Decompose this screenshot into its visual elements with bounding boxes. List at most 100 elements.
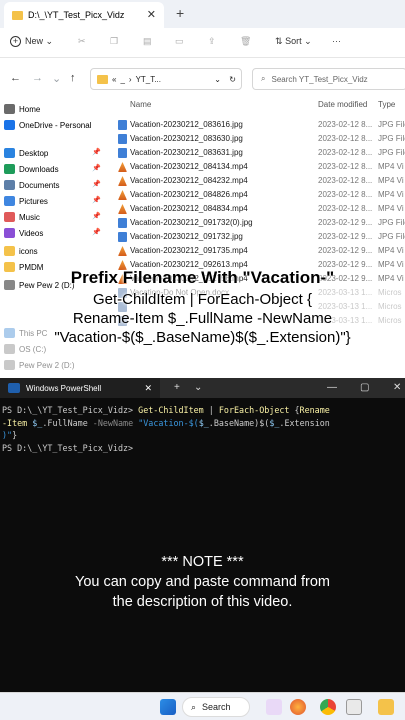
close-icon[interactable]: ✕ — [147, 8, 156, 21]
calendar-icon[interactable] — [346, 699, 362, 715]
sidebar-item-label: icons — [19, 246, 38, 256]
refresh-icon[interactable]: ↻ — [229, 75, 236, 84]
back-arrow-icon[interactable]: ← — [10, 72, 21, 84]
powershell-window: Windows PowerShell ✕ + ⌄ — ▢ ✕ PS D:\_\Y… — [0, 378, 405, 692]
chrome-icon[interactable] — [320, 699, 336, 715]
sidebar-item[interactable]: Documents — [4, 178, 59, 192]
home-icon — [4, 104, 15, 114]
forward-arrow-icon[interactable]: → — [32, 72, 43, 84]
sidebar-item[interactable]: Pew Pew 2 (D:) — [4, 358, 75, 372]
file-row[interactable]: Vacation-20230212_091732(0).jpg 2023-02-1… — [114, 216, 405, 230]
powershell-tab[interactable]: Windows PowerShell ✕ — [0, 378, 160, 398]
new-tab-icon[interactable]: + — [176, 5, 184, 21]
sidebar-item[interactable]: icons — [4, 244, 38, 258]
image-file-icon — [118, 218, 127, 228]
taskbar: ⌕ Search — [0, 692, 405, 720]
address-bar[interactable]: « _ › YT_T... ⌄ ↻ — [90, 68, 242, 90]
sidebar-item[interactable]: Videos — [4, 226, 43, 240]
taskbar-search[interactable]: ⌕ Search — [182, 697, 250, 717]
terminal-output[interactable]: PS D:\_\YT_Test_Picx_Vidz> Get-ChildItem… — [2, 404, 403, 454]
copy-icon[interactable]: ❐ — [110, 36, 118, 47]
pin-icon: 📌 — [92, 149, 101, 156]
sidebar-item-label: Documents — [19, 180, 60, 190]
chevron-down-icon[interactable]: ⌄ — [194, 382, 202, 393]
maximize-icon[interactable]: ▢ — [360, 382, 369, 393]
address-segment[interactable]: « — [112, 75, 116, 84]
sidebar-item[interactable]: OneDrive - Personal — [4, 118, 91, 132]
search-icon: ⌕ — [191, 701, 197, 712]
column-header-date[interactable]: Date modified — [318, 100, 367, 109]
image-file-icon — [118, 134, 127, 144]
file-date: 2023-02-12 8... — [318, 162, 373, 171]
file-name: Vacation-20230212_084232.mp4 — [130, 176, 248, 185]
paste-icon[interactable]: ▤ — [143, 36, 152, 47]
music-icon — [4, 212, 15, 222]
close-icon[interactable]: ✕ — [144, 383, 152, 394]
recent-chevron-icon[interactable]: ⌄ — [52, 72, 61, 85]
overlay-command-line-2: Rename-Item $_.FullName -NewName — [72, 310, 333, 327]
powershell-tab-title: Windows PowerShell — [26, 383, 102, 393]
share-icon[interactable]: ⇪ — [208, 36, 216, 47]
chevron-down-icon[interactable]: ⌄ — [214, 75, 221, 84]
file-row[interactable]: Vacation-20230212_091735.mp4 2023-02-12 9… — [114, 244, 405, 258]
file-date: 2023-02-12 8... — [318, 134, 373, 143]
cmd-param: -NewName — [92, 417, 134, 428]
sidebar-item-label: Music — [19, 212, 40, 222]
column-header-name[interactable]: Name — [130, 100, 151, 109]
up-arrow-icon[interactable]: ↑ — [70, 72, 76, 84]
videos-icon — [4, 228, 15, 238]
more-options-icon[interactable]: ··· — [332, 36, 341, 46]
file-row[interactable]: Vacation-20230212_084834.mp4 2023-02-12 8… — [114, 202, 405, 216]
pin-icon: 📌 — [92, 165, 101, 172]
search-placeholder: Search YT_Test_Picx_Vidz — [271, 74, 368, 84]
desktop-icon — [4, 148, 15, 158]
explorer-tab-title: D:\_\YT_Test_Picx_Vidz — [28, 10, 125, 20]
column-header-type[interactable]: Type — [378, 100, 395, 109]
sidebar-item-label: Videos — [19, 228, 44, 238]
rename-icon[interactable]: ▭ — [175, 36, 184, 47]
explorer-tab[interactable]: D:\_\YT_Test_Picx_Vidz ✕ — [4, 2, 164, 28]
taskbar-search-label: Search — [202, 702, 231, 712]
sidebar-item-label: OneDrive - Personal — [19, 120, 92, 130]
file-row[interactable]: Vacation-20230212_083631.jpg 2023-02-12 8… — [114, 146, 405, 160]
file-row[interactable]: Vacation-20230212_091732.jpg 2023-02-12 9… — [114, 230, 405, 244]
new-tab-icon[interactable]: + — [174, 382, 180, 393]
video-file-icon — [118, 176, 127, 186]
image-file-icon — [118, 232, 127, 242]
delete-icon[interactable]: 🗑 — [240, 36, 251, 47]
sidebar-item[interactable]: Home — [4, 102, 40, 116]
folder-icon — [4, 246, 15, 256]
cmd-var-b: $_ — [198, 417, 209, 428]
minimize-icon[interactable]: — — [327, 382, 337, 393]
sidebar-item[interactable]: Music — [4, 210, 40, 224]
close-window-icon[interactable]: ✕ — [393, 382, 401, 393]
file-explorer-taskbar-icon[interactable] — [378, 699, 394, 715]
sort-button[interactable]: ⇅ Sort ⌄ — [275, 36, 312, 47]
file-name: Vacation-20230212_083616.jpg — [130, 120, 243, 129]
file-row[interactable]: Vacation-20230212_083616.jpg 2023-02-12 8… — [114, 118, 405, 132]
file-type: MP4 Vi — [378, 190, 404, 199]
sidebar-item[interactable]: Pictures — [4, 194, 48, 208]
cmd-var-a: $_ — [32, 417, 43, 428]
firefox-icon[interactable] — [290, 699, 306, 715]
file-row[interactable]: Vacation-20230212_083630.jpg 2023-02-12 8… — [114, 132, 405, 146]
task-view-icon[interactable] — [266, 699, 282, 715]
file-row[interactable]: Vacation-20230212_084232.mp4 2023-02-12 8… — [114, 174, 405, 188]
documents-icon — [4, 180, 15, 190]
sidebar-item[interactable]: Desktop — [4, 146, 48, 160]
file-date: 2023-02-12 8... — [318, 148, 373, 157]
search-input[interactable]: ⌕ Search YT_Test_Picx_Vidz — [252, 68, 405, 90]
file-name: Vacation-20230212_084834.mp4 — [130, 204, 248, 213]
cmd-get-childitem: Get-ChildItem — [138, 405, 204, 415]
video-file-icon — [118, 246, 127, 256]
file-row[interactable]: Vacation-20230212_084134.mp4 2023-02-12 8… — [114, 160, 405, 174]
address-separator: › — [128, 74, 132, 84]
windows-start-icon[interactable] — [160, 699, 176, 715]
new-button[interactable]: + New ⌄ — [10, 36, 53, 47]
sidebar-item[interactable]: Downloads — [4, 162, 59, 176]
cmd-str-a: "Vacation-$( — [138, 417, 199, 428]
file-row[interactable]: Vacation-20230212_084826.mp4 2023-02-12 8… — [114, 188, 405, 202]
cut-icon[interactable]: ✂ — [78, 36, 86, 47]
address-segment[interactable]: _ — [120, 75, 124, 84]
address-segment[interactable]: YT_T... — [136, 75, 161, 84]
